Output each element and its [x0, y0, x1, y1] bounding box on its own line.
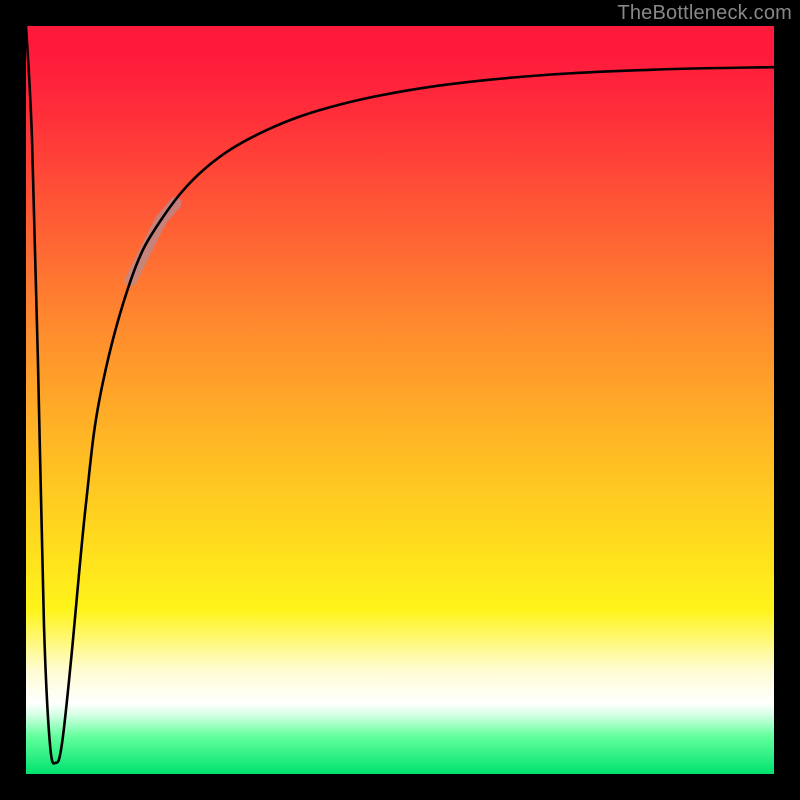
watermark-text: TheBottleneck.com	[617, 2, 792, 25]
curve-highlight-segment	[131, 203, 176, 280]
bottleneck-curve-line	[26, 26, 774, 763]
chart-frame	[26, 26, 774, 774]
chart-plot	[26, 26, 774, 774]
